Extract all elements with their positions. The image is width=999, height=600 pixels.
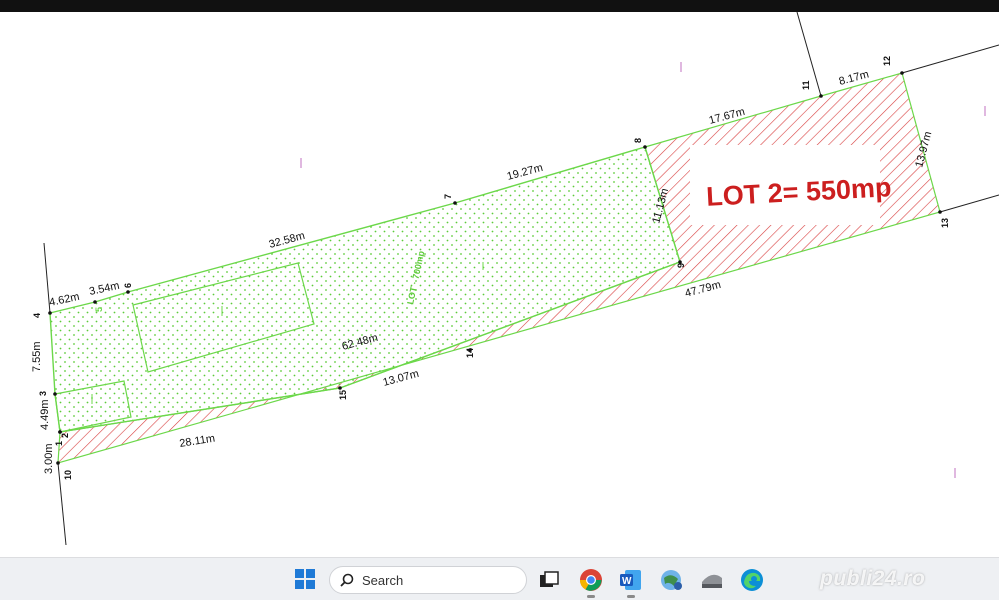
dim-15-10: 28.11m [179,432,216,449]
point-4: 4 [32,313,42,318]
dim-3-4: 7.55m [31,341,43,372]
point-2: 2 [60,433,70,438]
windows-start-icon[interactable] [294,568,318,592]
top-dark-bar [0,0,999,12]
point-9: 9 [676,263,686,268]
lot-1-dotted-area [49,146,681,433]
point-15: 15 [338,390,348,400]
search-icon [340,573,354,587]
point-10: 10 [63,470,73,480]
taskbar-search-box[interactable]: Search [329,566,527,594]
dim-2-3: 4.49m [39,399,51,430]
point-11: 11 [801,80,811,90]
point-1: 1 [54,441,64,446]
svg-text:W: W [622,576,632,587]
point-14: 14 [465,348,475,358]
scanner-icon[interactable] [700,568,724,592]
point-5: 5 [94,307,104,312]
point-8: 8 [633,138,643,143]
edge-icon[interactable] [740,568,764,592]
publi24-watermark: publi24.ro [820,567,926,590]
search-placeholder: Search [362,573,404,588]
chrome-icon[interactable] [579,568,603,598]
point-3: 3 [38,391,48,396]
point-7: 7 [443,194,453,199]
point-12: 12 [882,56,892,66]
dim-1-10: 3.00m [43,443,55,474]
site-plan-drawing: LOT 2= 550mp LOT · 700mp 4.62m 3.54m 32.… [31,12,999,546]
point-13: 13 [940,218,950,228]
task-view-icon[interactable] [537,568,561,592]
word-icon[interactable]: W [619,568,643,598]
point-6: 6 [123,283,133,288]
network-icon[interactable] [659,568,683,592]
